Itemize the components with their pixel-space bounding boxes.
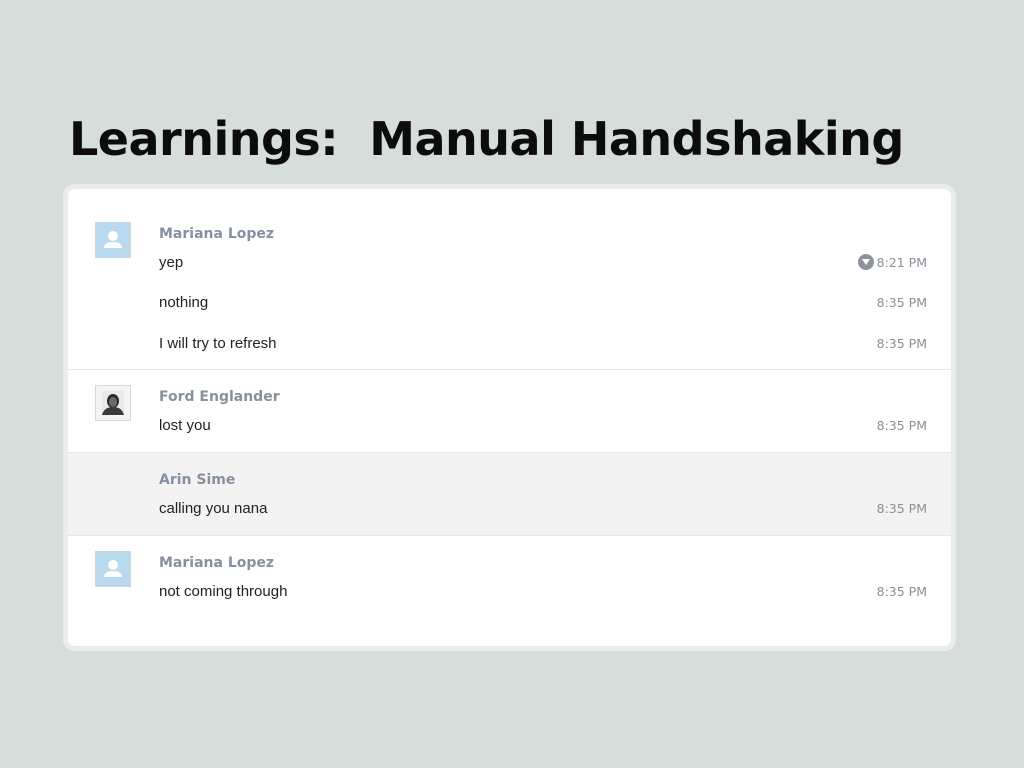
sender-name[interactable]: Mariana Lopez <box>159 555 274 571</box>
message-group: Mariana Lopez not coming through 8:35 PM <box>68 536 951 646</box>
message-text: nothing <box>159 293 209 311</box>
message-timestamp: 8:35 PM <box>876 500 927 516</box>
message-line: I will try to refresh 8:35 PM <box>159 333 927 353</box>
message-text: calling you nana <box>159 499 268 517</box>
sender-name[interactable]: Arin Sime <box>159 472 235 488</box>
caret-down-circle-icon[interactable] <box>857 254 874 270</box>
sender-name[interactable]: Mariana Lopez <box>159 226 274 242</box>
message-timestamp: 8:35 PM <box>876 583 927 599</box>
default-avatar-icon[interactable] <box>95 222 131 258</box>
message-group: Arin Sime calling you nana 8:35 PM <box>68 453 951 536</box>
message-line: lost you 8:35 PM <box>159 415 927 435</box>
message-group: Ford Englander lost you 8:35 PM <box>68 370 951 453</box>
message-text: not coming through <box>159 582 288 600</box>
chat-transcript: Mariana Lopez yep 8:21 PM nothing 8:35 P… <box>63 184 956 651</box>
message-line: nothing 8:35 PM <box>159 292 927 312</box>
message-line: calling you nana 8:35 PM <box>159 498 927 518</box>
sender-name[interactable]: Ford Englander <box>159 389 280 405</box>
message-text: I will try to refresh <box>159 334 277 352</box>
default-avatar-icon[interactable] <box>95 551 131 587</box>
slide-title: Learnings: Manual Handshaking <box>69 112 904 166</box>
message-timestamp: 8:35 PM <box>876 335 927 351</box>
message-timestamp: 8:35 PM <box>876 417 927 433</box>
message-text: yep <box>159 253 184 271</box>
message-line: not coming through 8:35 PM <box>159 581 927 601</box>
photo-avatar[interactable] <box>95 385 131 421</box>
message-timestamp: 8:21 PM <box>857 254 927 270</box>
message-timestamp: 8:35 PM <box>876 294 927 310</box>
message-text: lost you <box>159 416 211 434</box>
timestamp-text: 8:21 PM <box>876 254 927 270</box>
message-line: yep 8:21 PM <box>159 252 927 272</box>
message-group: Mariana Lopez yep 8:21 PM nothing 8:35 P… <box>68 189 951 370</box>
